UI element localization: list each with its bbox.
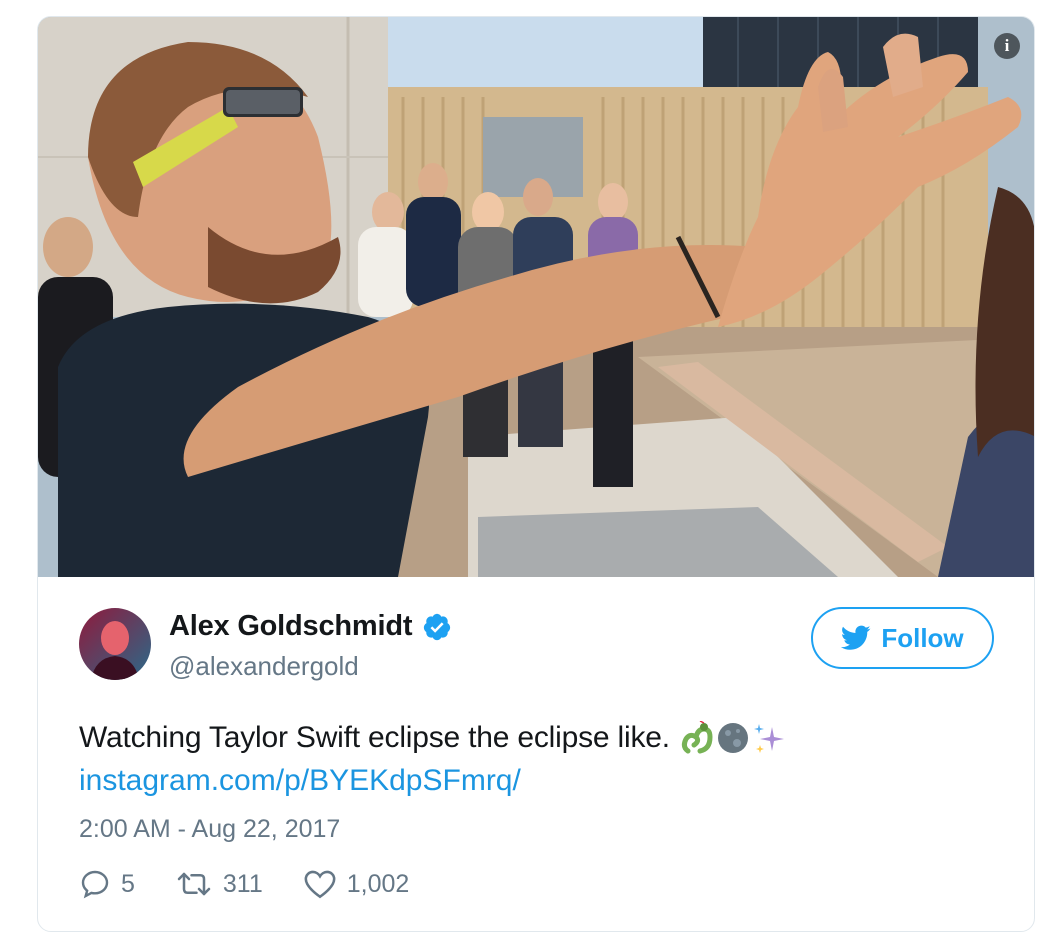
avatar[interactable] [79, 608, 151, 680]
eclipse-watchers-photo [38, 17, 1034, 577]
tweet-timestamp[interactable]: 2:00 AM - Aug 22, 2017 [79, 815, 340, 844]
new-moon-emoji-icon [716, 721, 750, 763]
tweet-photo[interactable]: i [38, 17, 1034, 577]
tweet-actions: 5 311 1,002 [79, 868, 449, 900]
tweet-text-body: Watching Taylor Swift eclipse the eclips… [79, 721, 670, 754]
reply-button[interactable]: 5 [79, 868, 135, 900]
reply-icon [81, 870, 109, 899]
like-count: 1,002 [346, 869, 410, 898]
info-icon[interactable]: i [994, 33, 1020, 59]
retweet-count: 311 [222, 869, 263, 898]
author-display-name[interactable]: Alex Goldschmidt [169, 610, 413, 643]
embedded-tweet-card: i Alex Goldschmidt @alexandergold Follow… [37, 16, 1035, 932]
follow-button[interactable]: Follow [811, 607, 994, 669]
author-name-row: Alex Goldschmidt [169, 610, 452, 643]
retweet-button[interactable]: 311 [175, 869, 263, 899]
sparkles-emoji-icon [752, 721, 786, 763]
retweet-icon [177, 872, 211, 896]
heart-icon [304, 870, 336, 899]
tweet-text: Watching Taylor Swift eclipse the eclips… [79, 720, 786, 763]
snake-emoji-icon [680, 720, 714, 763]
verified-badge-icon [422, 612, 452, 642]
reply-count: 5 [121, 869, 135, 898]
avatar-image [79, 608, 151, 680]
like-button[interactable]: 1,002 [303, 868, 410, 900]
tweet-link[interactable]: instagram.com/p/BYEKdpSFmrq/ [79, 764, 521, 798]
author-handle[interactable]: @alexandergold [169, 651, 359, 682]
follow-label: Follow [881, 622, 964, 653]
twitter-bird-icon [841, 625, 871, 650]
